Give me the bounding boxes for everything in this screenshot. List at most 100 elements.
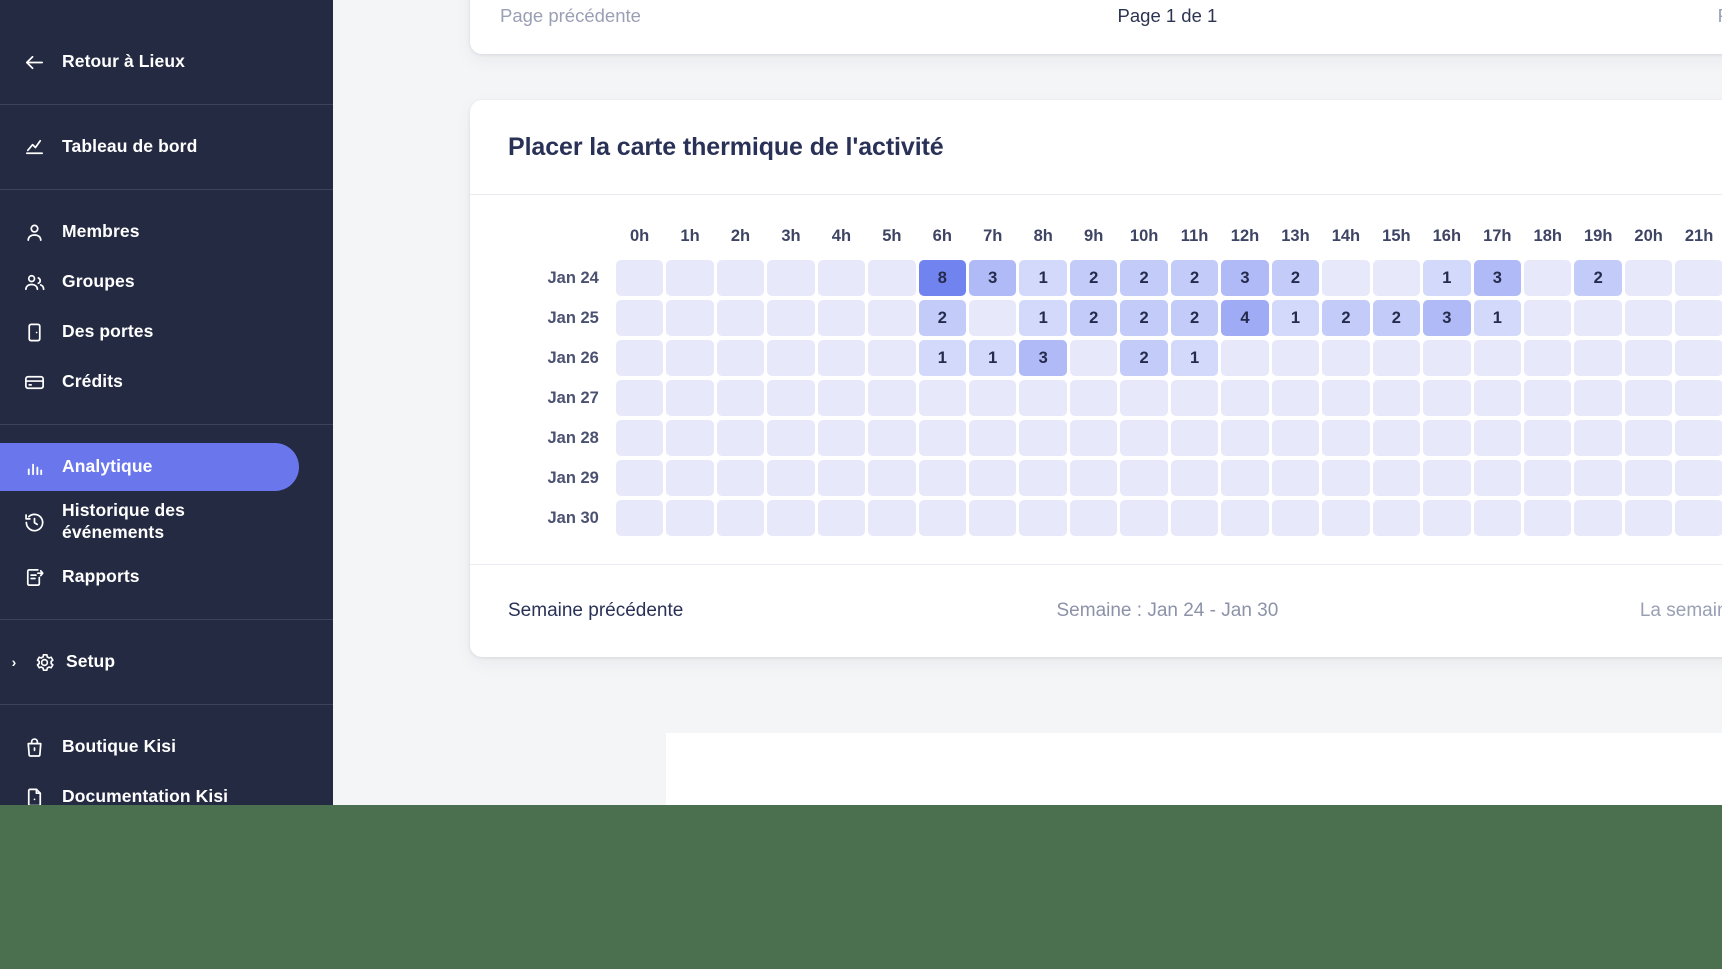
heatmap-cell[interactable] [716,300,765,336]
heatmap-cell[interactable] [1069,420,1118,456]
heatmap-cell[interactable]: 3 [969,260,1017,296]
heatmap-cell[interactable] [969,300,1017,336]
heatmap-cell[interactable] [1624,300,1673,336]
heatmap-cell[interactable] [666,460,714,496]
heatmap-cell[interactable] [918,460,967,496]
heatmap-cell[interactable] [1019,460,1067,496]
heatmap-cell[interactable] [1170,380,1219,416]
heatmap-cell[interactable] [868,260,916,296]
heatmap-cell[interactable]: 2 [1069,300,1118,336]
heatmap-cell[interactable] [716,500,765,536]
heatmap-cell[interactable] [1524,260,1572,296]
heatmap-cell[interactable] [1271,460,1320,496]
heatmap-cell[interactable] [868,380,916,416]
heatmap-cell[interactable] [767,260,815,296]
sidebar-item-back-to-places[interactable]: Retour à Lieux [0,38,299,86]
heatmap-cell[interactable] [767,300,815,336]
heatmap-cell[interactable] [615,380,664,416]
heatmap-cell[interactable] [1271,340,1320,376]
heatmap-cell[interactable] [918,500,967,536]
heatmap-cell[interactable] [1524,340,1572,376]
heatmap-cell[interactable] [1675,340,1722,376]
heatmap-cell[interactable]: 4 [1221,300,1269,336]
heatmap-cell[interactable] [1120,380,1168,416]
sidebar-item-des-portes[interactable]: Des portes [0,308,299,356]
heatmap-cell[interactable] [868,300,916,336]
heatmap-cell[interactable]: 2 [1170,300,1219,336]
heatmap-cell[interactable] [817,300,866,336]
heatmap-cell[interactable] [1120,500,1168,536]
heatmap-cell[interactable] [1624,460,1673,496]
heatmap-cell[interactable] [1524,380,1572,416]
heatmap-cell[interactable] [1271,500,1320,536]
heatmap-cell[interactable]: 2 [1170,260,1219,296]
heatmap-cell[interactable] [666,380,714,416]
heatmap-cell[interactable] [1574,420,1622,456]
heatmap-cell[interactable] [1372,500,1421,536]
heatmap-cell[interactable]: 1 [1423,260,1471,296]
heatmap-cell[interactable] [1372,420,1421,456]
sidebar-item-membres[interactable]: Membres [0,208,299,256]
heatmap-cell[interactable] [1069,460,1118,496]
chevron-right-icon[interactable]: › [6,654,22,670]
sidebar-item-credits[interactable]: Crédits [0,358,299,406]
heatmap-cell[interactable] [1372,380,1421,416]
heatmap-cell[interactable] [666,420,714,456]
heatmap-cell[interactable] [1574,380,1622,416]
heatmap-cell[interactable]: 1 [969,340,1017,376]
heatmap-cell[interactable] [716,340,765,376]
heatmap-cell[interactable] [1473,340,1522,376]
heatmap-cell[interactable]: 1 [1019,260,1067,296]
heatmap-cell[interactable]: 2 [1120,260,1168,296]
heatmap-cell[interactable] [1473,380,1522,416]
heatmap-cell[interactable] [1624,340,1673,376]
heatmap-cell[interactable]: 2 [1372,300,1421,336]
heatmap-cell[interactable] [615,260,664,296]
heatmap-cell[interactable] [817,500,866,536]
heatmap-cell[interactable]: 3 [1221,260,1269,296]
sidebar-item-historique-des-evenements[interactable]: Historique des événements [0,493,299,551]
sidebar-item-boutique-kisi[interactable]: Boutique Kisi [0,723,299,771]
heatmap-cell[interactable] [716,420,765,456]
heatmap-cell[interactable] [1221,460,1269,496]
heatmap-cell[interactable] [1423,420,1471,456]
heatmap-cell[interactable] [1524,460,1572,496]
heatmap-cell[interactable] [615,300,664,336]
previous-page-button[interactable]: Page précédente [500,5,641,26]
heatmap-cell[interactable] [1675,380,1722,416]
heatmap-cell[interactable]: 2 [1574,260,1622,296]
sidebar-item-analytique[interactable]: Analytique [0,443,299,491]
heatmap-cell[interactable] [1675,420,1722,456]
next-page-button[interactable]: Page suivante [1718,5,1722,26]
heatmap-cell[interactable] [1473,500,1522,536]
heatmap-cell[interactable] [918,420,967,456]
heatmap-cell[interactable] [817,340,866,376]
heatmap-cell[interactable]: 3 [1473,260,1522,296]
heatmap-cell[interactable] [1322,380,1370,416]
heatmap-cell[interactable] [868,500,916,536]
heatmap-cell[interactable] [1322,420,1370,456]
heatmap-cell[interactable] [1069,500,1118,536]
heatmap-cell[interactable] [1624,260,1673,296]
heatmap-cell[interactable] [1624,420,1673,456]
heatmap-cell[interactable] [1473,460,1522,496]
heatmap-cell[interactable]: 3 [1423,300,1471,336]
heatmap-cell[interactable] [1120,420,1168,456]
heatmap-cell[interactable] [817,420,866,456]
heatmap-cell[interactable] [1170,460,1219,496]
heatmap-cell[interactable] [1574,300,1622,336]
heatmap-cell[interactable] [1372,260,1421,296]
heatmap-cell[interactable]: 2 [1120,300,1168,336]
heatmap-cell[interactable] [1019,420,1067,456]
heatmap-cell[interactable] [1271,380,1320,416]
heatmap-cell[interactable] [615,500,664,536]
heatmap-cell[interactable] [716,260,765,296]
heatmap-cell[interactable] [1473,420,1522,456]
heatmap-cell[interactable] [817,460,866,496]
heatmap-cell[interactable] [1372,340,1421,376]
heatmap-cell[interactable] [1322,460,1370,496]
heatmap-cell[interactable] [1574,340,1622,376]
heatmap-cell[interactable] [1624,500,1673,536]
heatmap-cell[interactable] [1221,500,1269,536]
heatmap-cell[interactable] [1170,500,1219,536]
